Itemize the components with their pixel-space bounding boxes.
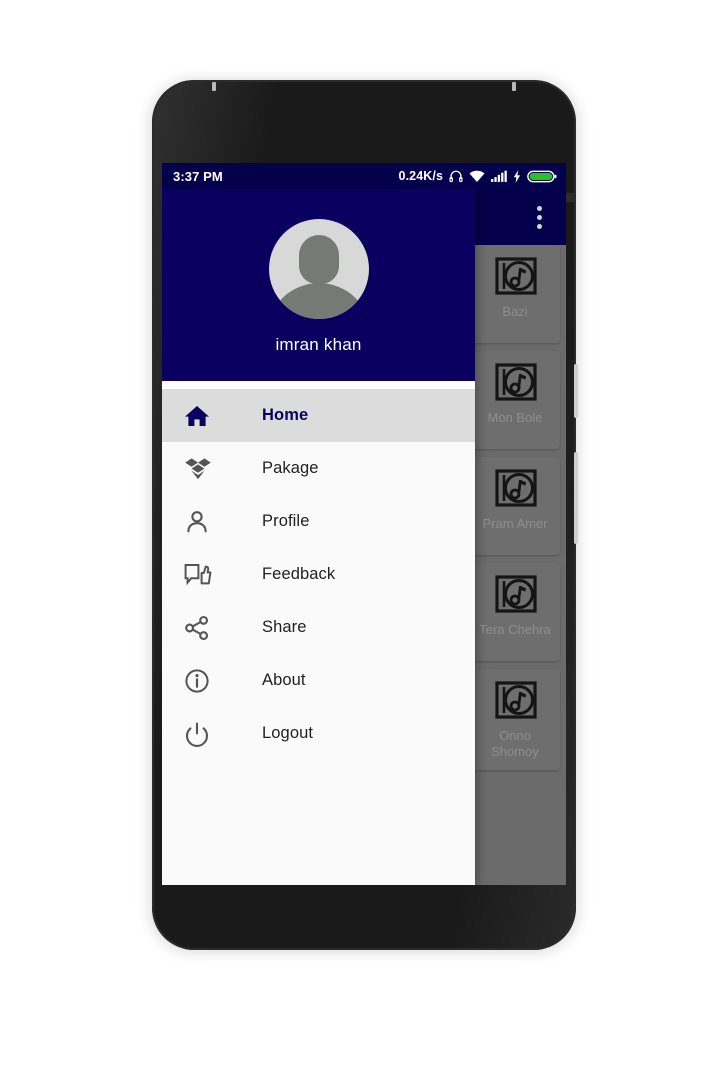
song-title: Mon Bole [487,410,543,425]
album-music-icon [494,257,537,295]
status-bar: 3:37 PM 0.24K/s [162,163,566,189]
info-icon [184,666,218,696]
album-music-icon [494,681,537,719]
album-music-icon [494,469,537,507]
album-music-icon [494,363,537,401]
song-list: Bazi Mon Bole Pram Amer Tera Chehra Onno… [470,245,566,770]
sidebar-item-profile[interactable]: Profile [162,495,475,548]
avatar[interactable] [268,219,369,319]
user-name: imran khan [275,335,362,354]
sidebar-item-about[interactable]: About [162,654,475,707]
sidebar-item-home[interactable]: Home [162,389,475,442]
list-item[interactable]: Onno Shomoy [470,669,560,770]
feedback-icon [184,560,218,590]
sidebar-item-label: Pakage [262,459,319,477]
share-icon [184,613,218,643]
overflow-menu-icon[interactable] [528,203,550,231]
song-title: Tera Chehra [479,622,551,637]
data-rate-label: 0.24K/s [398,169,443,183]
sidebar-item-feedback[interactable]: Feedback [162,548,475,601]
list-item[interactable]: Pram Amer [470,457,560,555]
song-title: Bazi [502,304,528,319]
sidebar-item-label: Logout [262,724,314,742]
home-icon [184,401,218,431]
battery-icon [527,170,557,183]
sidebar-item-label: Home [262,406,309,424]
signal-icon [491,170,507,183]
sidebar-item-logout[interactable]: Logout [162,707,475,760]
list-item[interactable]: Tera Chehra [470,563,560,661]
list-item[interactable]: Mon Bole [470,351,560,449]
navigation-drawer: imran khan Home Pakage Profile Feedback … [162,189,475,885]
sidebar-item-label: About [262,671,306,689]
wifi-icon [469,170,485,183]
sidebar-item-pakage[interactable]: Pakage [162,442,475,495]
sidebar-item-label: Profile [262,512,310,530]
screenshot-stage: Bazi Mon Bole Pram Amer Tera Chehra Onno… [0,0,720,1080]
power-button[interactable] [574,364,578,418]
song-title: Pram Amer [482,516,548,531]
list-item[interactable]: Bazi [470,245,560,343]
sidebar-item-label: Feedback [262,565,336,583]
album-music-icon [494,575,537,613]
person-icon [184,507,218,537]
drawer-menu-list: Home Pakage Profile Feedback Share About… [162,389,475,760]
status-time: 3:37 PM [173,168,223,184]
status-icons: 0.24K/s [399,169,557,183]
drawer-header: imran khan [162,189,475,381]
package-icon [184,454,218,484]
song-title: Onno Shomoy [491,728,539,759]
sidebar-item-label: Share [262,618,307,636]
frame-notch-right [512,82,516,91]
headphone-icon [449,169,463,183]
volume-button[interactable] [574,452,578,544]
power-icon [184,719,218,749]
frame-notch-left [212,82,216,91]
sidebar-item-share[interactable]: Share [162,601,475,654]
charging-bolt-icon [513,169,521,183]
drawer-divider [162,381,475,389]
phone-screen: Bazi Mon Bole Pram Amer Tera Chehra Onno… [162,163,566,885]
